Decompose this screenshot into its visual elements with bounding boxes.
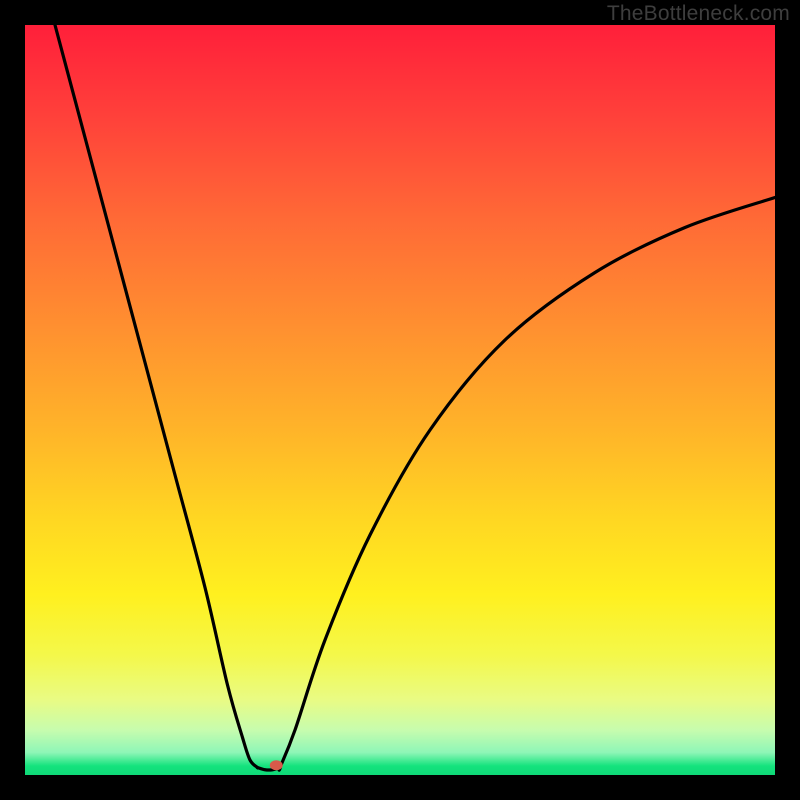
plot-area bbox=[25, 25, 775, 775]
optimal-point-marker bbox=[270, 760, 283, 770]
curve-svg bbox=[25, 25, 775, 775]
chart-frame: TheBottleneck.com bbox=[0, 0, 800, 800]
bottleneck-curve bbox=[55, 25, 775, 770]
watermark-text: TheBottleneck.com bbox=[607, 2, 790, 26]
